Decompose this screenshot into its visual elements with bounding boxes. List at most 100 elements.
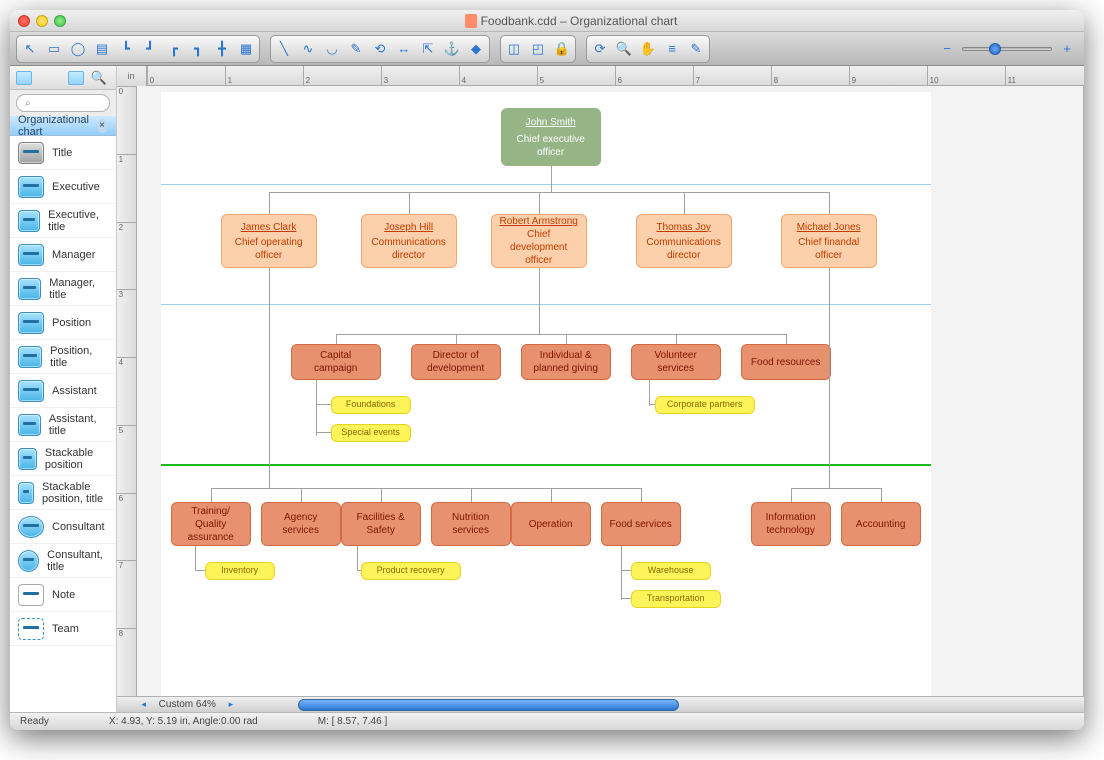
org-node-exec[interactable]: Robert ArmstrongChief development office…	[491, 214, 587, 268]
shape-preview-icon	[18, 584, 44, 606]
tool-resize[interactable]: ⇱	[417, 38, 439, 60]
org-node-exec[interactable]: Joseph HillCommunications director	[361, 214, 457, 268]
zoom-in-button[interactable]: +	[1056, 38, 1078, 60]
connector-line	[211, 488, 641, 489]
org-node-dept[interactable]: Operation	[511, 502, 591, 546]
org-node-dept[interactable]: Training/ Quality assurance	[171, 502, 251, 546]
shape-library-item[interactable]: Stackable position	[10, 442, 116, 476]
horizontal-scroll-thumb[interactable]	[298, 699, 679, 711]
org-node-dept[interactable]: Individual & planned giving	[521, 344, 611, 380]
org-node-exec[interactable]: Michael JonesChief finandal officer	[781, 214, 877, 268]
connector-line	[621, 598, 631, 599]
canvas[interactable]: John SmithChief executive officer James C…	[137, 86, 1083, 696]
org-node-dept[interactable]: Nutrition services	[431, 502, 511, 546]
tool-rect[interactable]: ▭	[43, 38, 65, 60]
org-node-dept[interactable]: Food resources	[741, 344, 831, 380]
tool-select-all[interactable]: ◰	[527, 38, 549, 60]
shape-library-item[interactable]: Assistant, title	[10, 408, 116, 442]
close-category-button[interactable]: ×	[97, 119, 108, 133]
tool-conn-5[interactable]: ╋	[211, 38, 233, 60]
zoom-window-button[interactable]	[54, 15, 66, 27]
shape-library-item[interactable]: Manager, title	[10, 272, 116, 306]
org-node-dept[interactable]: Volunteer services	[631, 344, 721, 380]
org-node-dept[interactable]: Agency services	[261, 502, 341, 546]
tool-snap[interactable]: ≡	[661, 38, 683, 60]
shape-library-item[interactable]: Team	[10, 612, 116, 646]
vertical-ruler[interactable]: 012345678	[117, 86, 137, 696]
horizontal-ruler[interactable]: 01234567891011	[147, 66, 1083, 86]
tool-line[interactable]: ╲	[273, 38, 295, 60]
tool-table[interactable]: ▤	[91, 38, 113, 60]
tool-dimension[interactable]: ↔	[393, 38, 415, 60]
connector-line	[566, 334, 567, 344]
tool-arc[interactable]: ◡	[321, 38, 343, 60]
shape-library-item[interactable]: Executive, title	[10, 204, 116, 238]
ruler-unit-label[interactable]: in	[117, 66, 147, 86]
tool-conn-3[interactable]: ┏	[163, 38, 185, 60]
zoom-menu-right[interactable]: ▸	[224, 699, 238, 711]
dimension-icon: ↔	[398, 41, 411, 56]
shape-search-input[interactable]: ⌕	[16, 94, 110, 112]
grid-view-icon[interactable]	[68, 71, 84, 85]
zoom-out-button[interactable]: −	[936, 38, 958, 60]
tool-newshape[interactable]: ▦	[235, 38, 257, 60]
shape-library-item[interactable]: Note	[10, 578, 116, 612]
zoom-slider[interactable]	[962, 47, 1052, 51]
org-node-dept[interactable]: Capital campaign	[291, 344, 381, 380]
shape-library-item[interactable]: Position	[10, 306, 116, 340]
tool-reorder[interactable]: ⟲	[369, 38, 391, 60]
shape-library-item[interactable]: Executive	[10, 170, 116, 204]
shape-library-item[interactable]: Consultant, title	[10, 544, 116, 578]
horizontal-scrollbar[interactable]	[238, 699, 1039, 711]
tool-hand[interactable]: ✋	[637, 38, 659, 60]
tool-conn-2[interactable]: ┛	[139, 38, 161, 60]
tool-scribble[interactable]: ✎	[345, 38, 367, 60]
org-node-ceo[interactable]: John SmithChief executive officer	[501, 108, 601, 166]
zoom-slider-thumb[interactable]	[989, 43, 1001, 55]
tool-anchor[interactable]: ⚓	[441, 38, 463, 60]
org-node-dept[interactable]: Information technology	[751, 502, 831, 546]
tool-curve[interactable]: ∿	[297, 38, 319, 60]
shape-library-item[interactable]: Manager	[10, 238, 116, 272]
status-bar: Ready X: 4.93, Y: 5.19 in, Angle:0.00 ra…	[10, 712, 1084, 730]
org-node-exec[interactable]: Thomas JoyCommunications director	[636, 214, 732, 268]
minimize-window-button[interactable]	[36, 15, 48, 27]
tool-oval[interactable]: ◯	[67, 38, 89, 60]
org-node-leaf[interactable]: Transportation	[631, 590, 721, 608]
tool-refresh[interactable]: ⟳	[589, 38, 611, 60]
shape-library-item[interactable]: Consultant	[10, 510, 116, 544]
org-node-dept[interactable]: Accounting	[841, 502, 921, 546]
shape-library-item[interactable]: Title	[10, 136, 116, 170]
org-node-leaf[interactable]: Warehouse	[631, 562, 711, 580]
tool-node[interactable]: ◆	[465, 38, 487, 60]
org-node-exec[interactable]: James ClarkChief operating officer	[221, 214, 317, 268]
tool-conn-4[interactable]: ┓	[187, 38, 209, 60]
shape-category-header[interactable]: Organizational chart ×	[10, 116, 116, 136]
org-node-leaf[interactable]: Product recovery	[361, 562, 461, 580]
tool-select[interactable]: ↖	[19, 38, 41, 60]
org-node-leaf[interactable]: Inventory	[205, 562, 275, 580]
connector-line	[357, 570, 361, 571]
org-node-leaf[interactable]: Special events	[331, 424, 411, 442]
org-node-dept[interactable]: Facilities & Safety	[341, 502, 421, 546]
close-window-button[interactable]	[18, 15, 30, 27]
shape-library-item[interactable]: Stackable position, title	[10, 476, 116, 510]
shape-library-item[interactable]: Assistant	[10, 374, 116, 408]
search-toggle[interactable]: 🔍	[88, 67, 110, 89]
vertical-scrollbar[interactable]	[1083, 86, 1084, 696]
tool-conn-1[interactable]: ┗	[115, 38, 137, 60]
tool-lock[interactable]: 🔒	[551, 38, 573, 60]
org-node-leaf[interactable]: Foundations	[331, 396, 411, 414]
zoom-level-label[interactable]: Custom 64%	[151, 699, 224, 710]
org-node-dept[interactable]: Director of development	[411, 344, 501, 380]
tool-eyedropper[interactable]: ✎	[685, 38, 707, 60]
shape-library-item[interactable]: Position, title	[10, 340, 116, 374]
drawing-page[interactable]: John SmithChief executive officer James C…	[161, 92, 931, 696]
tool-zoom[interactable]: 🔍	[613, 38, 635, 60]
zoom-menu-left[interactable]: ◂	[137, 699, 151, 711]
tool-select-group[interactable]: ◫	[503, 38, 525, 60]
org-node-leaf[interactable]: Corporate partners	[655, 396, 755, 414]
connector-line	[649, 380, 650, 406]
org-node-dept[interactable]: Food services	[601, 502, 681, 546]
library-icon[interactable]	[16, 71, 32, 85]
